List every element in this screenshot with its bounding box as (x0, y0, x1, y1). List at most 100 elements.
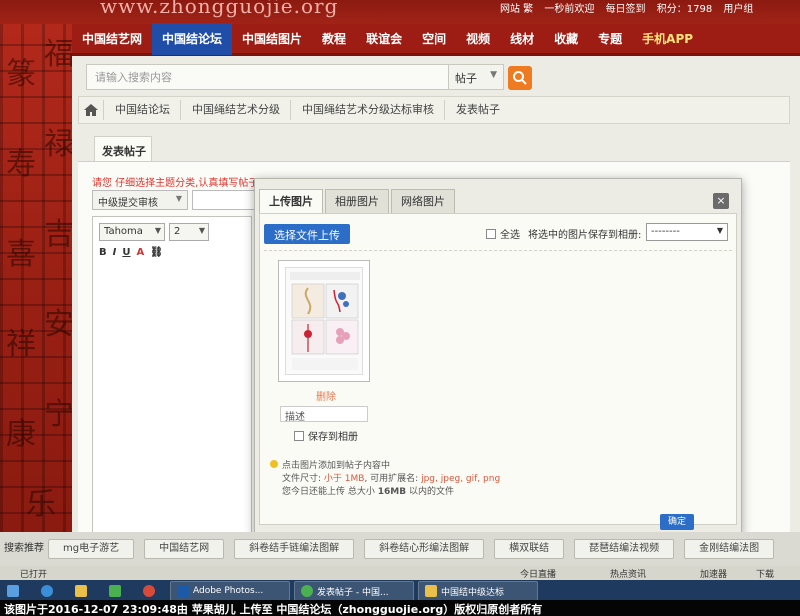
nav-item-art[interactable]: 中国结艺网 (72, 23, 152, 55)
nav-item-materials[interactable]: 线材 (500, 23, 544, 55)
home-icon[interactable] (79, 97, 103, 123)
select-all-checkbox[interactable]: 全选 (486, 226, 520, 241)
breadcrumb-forum[interactable]: 中国结论坛 (103, 97, 180, 123)
recommend-label: 搜索推荐 (4, 543, 44, 554)
breadcrumb: 中国结论坛 中国绳结艺术分级 中国绳结艺术分级达标审核 发表帖子 (78, 96, 790, 124)
lightbulb-icon (270, 460, 278, 468)
search-button[interactable] (508, 66, 532, 90)
category-select[interactable]: 中级提交审核 ▼ (92, 190, 188, 210)
album-select[interactable]: -------- ▼ (646, 223, 728, 241)
site-top-strip: www.zhongguojie.org 网站 繁 一秒前欢迎 每日签到 积分：1… (0, 0, 800, 24)
windows-taskbar: Adobe Photos... 发表帖子 - 中国... 中国结中级达标 (0, 580, 800, 602)
user-group-link[interactable]: 用户组 (723, 4, 753, 15)
tip-ext-value: jpg, jpeg, gif, png (421, 474, 501, 484)
tab-album-image[interactable]: 相册图片 (325, 189, 389, 213)
uploaded-image-thumbnail[interactable] (278, 260, 370, 382)
status-download[interactable]: 下载 (756, 567, 774, 580)
tip-size-value: 小于 1MB (323, 474, 365, 484)
bold-button[interactable]: B (99, 247, 107, 258)
ie-icon[interactable] (34, 581, 64, 601)
photoshop-icon (177, 585, 189, 597)
album-value: -------- (651, 226, 680, 237)
media-icon[interactable] (102, 581, 132, 601)
recommend-tag[interactable]: 横双联结 (494, 539, 565, 559)
chevron-down-icon: ▼ (490, 70, 497, 80)
upload-tips: 点击图片添加到帖子内容中 文件尺寸: 小于 1MB, 可用扩展名: jpg, j… (270, 460, 500, 499)
folder-icon (425, 585, 437, 597)
delete-image-link[interactable]: 删除 (316, 388, 336, 403)
recommend-tag[interactable]: 金刚结编法图 (684, 539, 775, 559)
post-editor[interactable]: Tahoma ▼ 2 ▼ B I U A ⛓ (92, 216, 252, 536)
nav-item-pictures[interactable]: 中国结图片 (232, 23, 312, 55)
tip-ext-label: , 可用扩展名: (364, 474, 419, 484)
status-accelerator[interactable]: 加速器 (700, 567, 727, 580)
link-icon[interactable]: ⛓ (150, 247, 163, 258)
taskbar-browser[interactable]: 发表帖子 - 中国... (294, 581, 414, 601)
category-value: 中级提交审核 (98, 198, 158, 209)
nav-item-space[interactable]: 空间 (412, 23, 456, 55)
editor-toolbar: Tahoma ▼ 2 ▼ (99, 223, 209, 241)
nav-item-forum[interactable]: 中国结论坛 (152, 22, 233, 55)
checkbox-icon (294, 430, 304, 441)
nav-item-club[interactable]: 联谊会 (356, 23, 412, 55)
nav-item-mobile-app[interactable]: 手机APP (632, 23, 703, 55)
folder-icon[interactable] (68, 581, 98, 601)
breadcrumb-current: 发表帖子 (444, 97, 510, 123)
search-type-select[interactable]: 帖子 ▼ (448, 64, 504, 90)
close-icon[interactable]: × (713, 193, 729, 209)
chevron-down-icon: ▼ (198, 226, 205, 235)
save-to-album-checkbox[interactable]: 保存到相册 (294, 428, 358, 443)
start-button[interactable] (0, 581, 30, 601)
size-select[interactable]: 2 ▼ (169, 223, 209, 241)
size-value: 2 (174, 226, 181, 237)
browser-icon (301, 585, 313, 597)
subject-input[interactable] (192, 190, 258, 210)
divider (264, 250, 732, 251)
search-input[interactable]: 请输入搜索内容 (86, 64, 504, 90)
status-live[interactable]: 今日直播 (520, 567, 556, 580)
recommend-tag[interactable]: 斜卷结手链编法图解 (234, 539, 355, 559)
nav-item-favorites[interactable]: 收藏 (544, 23, 588, 55)
recommend-tag[interactable]: 中国结艺网 (144, 539, 225, 559)
knot-image-preview (285, 267, 363, 375)
recommend-tag[interactable]: mg电子游艺 (48, 539, 135, 559)
recommend-tag[interactable]: 琵琶结编法视频 (574, 539, 675, 559)
site-url-logo[interactable]: www.zhongguojie.org (100, 0, 338, 18)
browser-status-bar: 已打开 今日直播 热点资讯 加速器 下载 (0, 566, 800, 580)
image-description-input[interactable]: 描述 (280, 406, 368, 423)
nav-item-video[interactable]: 视频 (456, 23, 500, 55)
recommend-tag[interactable]: 斜卷结心形编法图解 (364, 539, 485, 559)
tab-upload-image[interactable]: 上传图片 (259, 189, 323, 213)
taskbar-browser-label: 发表帖子 - 中国... (317, 587, 389, 598)
tip-quota-suffix: 以内的文件 (408, 487, 454, 497)
italic-button[interactable]: I (113, 247, 117, 258)
chevron-down-icon: ▼ (716, 226, 723, 235)
breadcrumb-grading[interactable]: 中国绳结艺术分级 (180, 97, 290, 123)
tab-new-post[interactable]: 发表帖子 (94, 136, 152, 162)
taskbar-photoshop[interactable]: Adobe Photos... (170, 581, 290, 601)
save-to-album-label: 将选中的图片保存到相册: (528, 230, 642, 241)
lang-switch[interactable]: 网站 繁 (500, 4, 533, 15)
breadcrumb-review[interactable]: 中国绳结艺术分级达标审核 (290, 97, 444, 123)
chrome-icon[interactable] (136, 581, 166, 601)
nav-item-topics[interactable]: 专题 (588, 23, 632, 55)
dialog-body: 选择文件上传 全选 将选中的图片保存到相册: -------- ▼ 删除 描述 … (259, 213, 737, 530)
save-to-album-text: 保存到相册 (308, 432, 358, 443)
nav-item-tutorials[interactable]: 教程 (312, 23, 356, 55)
welcome-text: 一秒前欢迎 (544, 4, 595, 15)
user-info-bar: 网站 繁 一秒前欢迎 每日签到 积分：1798 用户组 (500, 0, 761, 15)
search-type-value: 帖子 (455, 72, 477, 85)
font-select[interactable]: Tahoma ▼ (99, 223, 165, 241)
status-news[interactable]: 热点资讯 (610, 567, 646, 580)
underline-button[interactable]: U (122, 247, 130, 258)
search-icon (513, 71, 527, 85)
checkin-link[interactable]: 每日签到 (606, 4, 646, 15)
chevron-down-icon: ▼ (175, 194, 182, 203)
tab-web-image[interactable]: 网络图片 (391, 189, 455, 213)
choose-file-button[interactable]: 选择文件上传 (264, 224, 350, 244)
chevron-down-icon: ▼ (154, 226, 161, 235)
taskbar-folder[interactable]: 中国结中级达标 (418, 581, 538, 601)
confirm-button[interactable]: 确定 (660, 514, 694, 530)
select-all-label: 全选 (500, 230, 520, 241)
font-color-button[interactable]: A (136, 247, 144, 258)
